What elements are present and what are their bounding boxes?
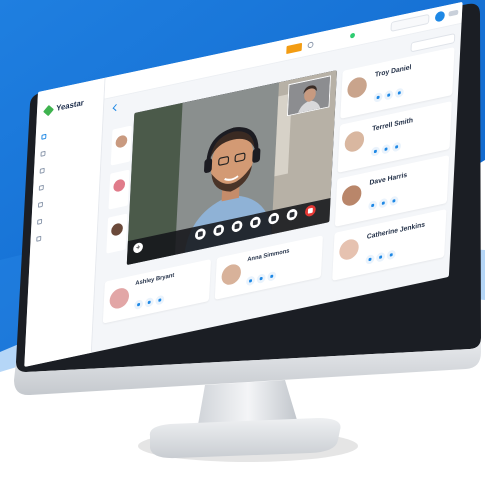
phone-action-button[interactable] bbox=[373, 91, 383, 103]
back-arrow-icon[interactable] bbox=[112, 104, 120, 112]
hangup-button[interactable] bbox=[304, 204, 316, 218]
plus-icon: + bbox=[135, 242, 141, 253]
avatar bbox=[221, 262, 242, 287]
video-call-icon bbox=[379, 255, 383, 259]
phone-icon bbox=[371, 203, 375, 208]
contact-list-right: Troy Daniel Terrell Smith Dave Harris Cathe… bbox=[331, 47, 455, 301]
video-button[interactable] bbox=[194, 227, 206, 241]
contact-name: Ashley Bryant bbox=[135, 272, 175, 288]
more-action-button[interactable] bbox=[389, 195, 399, 207]
yeastar-logo-icon bbox=[43, 104, 55, 116]
more-icon bbox=[389, 253, 393, 257]
brand-logo: Yeastar bbox=[43, 98, 84, 116]
more-action-button[interactable] bbox=[392, 141, 402, 153]
record-icon bbox=[271, 215, 277, 222]
contact-card-left-3[interactable] bbox=[106, 213, 128, 254]
hangup-icon bbox=[307, 207, 313, 214]
voicemail-icon bbox=[38, 184, 44, 191]
contact-name: Catherine Jenkins bbox=[366, 221, 426, 241]
phone-action-button[interactable] bbox=[245, 275, 256, 287]
transfer-icon bbox=[289, 211, 295, 218]
marketing-scene: Yeastar + Troy Daniel Terrell Smith Dave… bbox=[0, 0, 485, 488]
add-participant-button[interactable]: + bbox=[133, 241, 144, 254]
user-menu-icon[interactable] bbox=[448, 9, 459, 17]
user-avatar[interactable] bbox=[434, 10, 445, 23]
more-icon bbox=[392, 199, 396, 203]
phone-icon bbox=[376, 95, 380, 100]
more-icon bbox=[270, 274, 274, 279]
contact-name: Troy Daniel bbox=[374, 64, 412, 79]
avatar bbox=[115, 134, 128, 149]
contact-card-left-2[interactable] bbox=[108, 169, 130, 210]
video-icon bbox=[197, 231, 203, 238]
hold-icon bbox=[234, 223, 240, 230]
mic-icon bbox=[216, 227, 222, 234]
sidebar-menu bbox=[36, 118, 100, 242]
phone-action-button[interactable] bbox=[134, 299, 144, 311]
video-call-action-button[interactable] bbox=[381, 143, 391, 155]
video-frame: + bbox=[126, 70, 337, 266]
more-action-button[interactable] bbox=[394, 87, 404, 99]
avatar bbox=[109, 286, 130, 311]
mic-button[interactable] bbox=[213, 223, 225, 237]
brand-name: Yeastar bbox=[56, 98, 84, 113]
avatar bbox=[113, 178, 126, 193]
avatar bbox=[110, 222, 124, 237]
video-call-action-button[interactable] bbox=[256, 273, 266, 285]
video-call-icon bbox=[147, 300, 151, 305]
contact-name: Terrell Smith bbox=[372, 117, 414, 133]
global-search-input[interactable] bbox=[390, 13, 430, 32]
phone-action-button[interactable] bbox=[365, 253, 375, 265]
contact-name: Dave Harris bbox=[369, 171, 408, 187]
phone-icon bbox=[137, 302, 141, 307]
more-icon bbox=[158, 298, 162, 302]
more-icon bbox=[397, 91, 401, 95]
recordings-icon bbox=[37, 201, 44, 208]
video-call-action-button[interactable] bbox=[378, 197, 388, 209]
transfer-button[interactable] bbox=[286, 208, 298, 222]
avatar bbox=[344, 129, 365, 154]
topbar-badge[interactable] bbox=[286, 42, 303, 55]
phone-icon bbox=[249, 279, 253, 283]
contact-name: Anna Simmons bbox=[247, 248, 290, 264]
phone-action-button[interactable] bbox=[370, 145, 380, 157]
more-icon bbox=[395, 145, 399, 149]
avatar bbox=[346, 75, 368, 100]
video-call-icon bbox=[384, 147, 388, 151]
video-call-action-button[interactable] bbox=[384, 89, 394, 101]
avatar bbox=[341, 183, 362, 208]
video-call-icon bbox=[259, 276, 263, 281]
video-call-action-button[interactable] bbox=[144, 296, 154, 308]
status-icon bbox=[307, 41, 314, 49]
phone-action-button[interactable] bbox=[368, 199, 378, 211]
breadcrumb bbox=[112, 104, 122, 112]
video-call-action-button[interactable] bbox=[376, 251, 386, 263]
conference-icon bbox=[39, 167, 45, 174]
more-action-button[interactable] bbox=[267, 270, 277, 282]
phone-icon bbox=[373, 149, 377, 154]
meetings-icon bbox=[37, 218, 43, 225]
contact-card-left-1[interactable] bbox=[110, 125, 132, 166]
more-action-button[interactable] bbox=[155, 294, 165, 306]
online-dot-icon bbox=[350, 32, 356, 39]
contacts-icon bbox=[41, 133, 47, 140]
keypad-button[interactable] bbox=[249, 215, 261, 230]
phone-icon bbox=[368, 257, 372, 262]
settings-icon bbox=[36, 235, 42, 242]
hold-button[interactable] bbox=[231, 219, 243, 233]
record-button[interactable] bbox=[268, 211, 280, 226]
more-action-button[interactable] bbox=[386, 249, 396, 261]
keypad-icon bbox=[252, 219, 258, 226]
avatar bbox=[338, 237, 360, 262]
video-call-icon bbox=[381, 201, 385, 205]
video-call-icon bbox=[387, 93, 391, 97]
calls-icon bbox=[40, 150, 46, 157]
sidebar: Yeastar bbox=[24, 77, 106, 368]
